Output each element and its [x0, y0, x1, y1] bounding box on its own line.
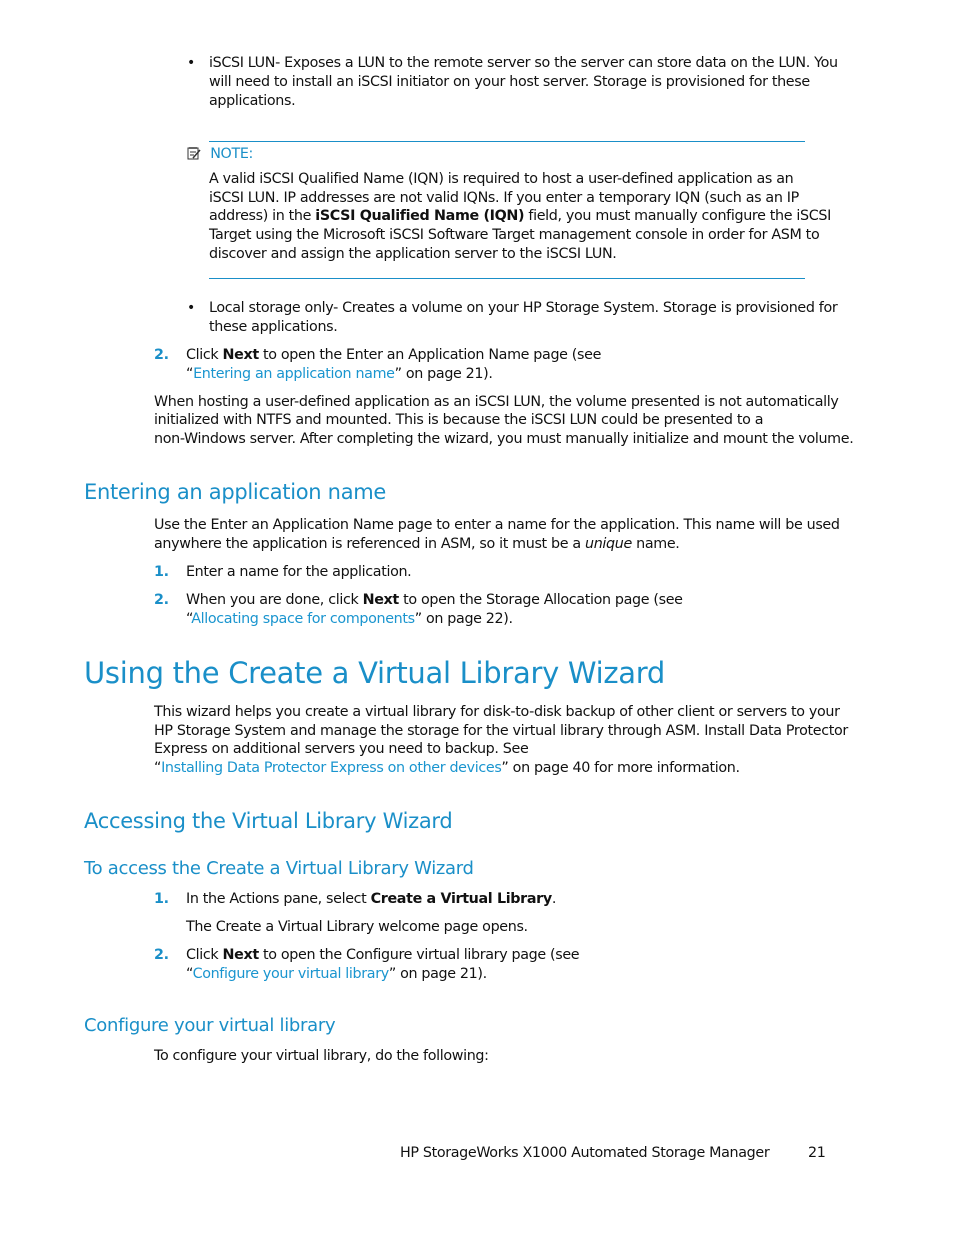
bullet-marker: •: [187, 300, 196, 316]
page-ref: ” on page 22).: [414, 611, 513, 627]
italic-unique: unique: [584, 536, 632, 552]
step-text-part: Click: [186, 347, 223, 363]
section-heading: Accessing the Virtual Library Wizard: [84, 809, 453, 833]
note-text: field, you must manually configure the i…: [524, 208, 831, 224]
step-ref: “Configure your virtual library” on page…: [186, 965, 487, 984]
note-line: address) in the iSCSI Qualified Name (IQ…: [209, 207, 831, 226]
bullet-line: applications.: [209, 93, 296, 109]
note-line: discover and assign the application serv…: [209, 246, 617, 262]
footer-title: HP StorageWorks X1000 Automated Storage …: [400, 1145, 770, 1161]
page-number: 21: [808, 1145, 826, 1161]
step-number: 2.: [154, 947, 169, 963]
step-number: 1.: [154, 891, 169, 907]
text: .: [551, 891, 557, 907]
text: In the Actions pane, select: [186, 891, 371, 907]
para-line: When hosting a user-defined application …: [154, 394, 839, 410]
chapter-heading: Using the Create a Virtual Library Wizar…: [84, 656, 665, 690]
next-bold: Next: [222, 347, 260, 363]
para-line: HP Storage System and manage the storage…: [154, 723, 848, 739]
page-ref: ” on page 21).: [388, 966, 487, 982]
para-line: This wizard helps you create a virtual l…: [154, 704, 840, 720]
link-installing-data-protector[interactable]: Installing Data Protector Express on oth…: [161, 760, 502, 776]
quote: “: [154, 760, 162, 776]
text: to open the Configure virtual library pa…: [258, 947, 580, 963]
para-line: non-Windows server. After completing the…: [154, 431, 854, 447]
para-line: To configure your virtual library, do th…: [154, 1048, 489, 1064]
field-name-bold: iSCSI Qualified Name (IQN): [315, 208, 525, 224]
next-bold: Next: [222, 947, 260, 963]
note-line: Target using the Microsoft iSCSI Softwar…: [209, 227, 820, 243]
page-ref: ” on page 21).: [394, 366, 493, 382]
para-ref: “Installing Data Protector Express on ot…: [154, 759, 740, 778]
note-top-rule: [209, 141, 805, 142]
note-text: address) in the: [209, 208, 316, 224]
step-text: When you are done, click Next to open th…: [186, 591, 683, 610]
note-icon: [187, 146, 201, 160]
step-ref: “Allocating space for components” on pag…: [186, 610, 513, 629]
section-heading: Entering an application name: [84, 480, 387, 504]
para-line: Use the Enter an Application Name page t…: [154, 517, 840, 533]
bullet-marker: •: [187, 55, 196, 71]
step-text: Click Next to open the Configure virtual…: [186, 946, 580, 965]
text: name.: [631, 536, 680, 552]
para-line: Express on additional servers you need t…: [154, 741, 529, 757]
link-configure-virtual-library[interactable]: Configure your virtual library: [193, 966, 390, 982]
text: to open the Storage Allocation page (see: [398, 592, 683, 608]
step-number: 2.: [154, 347, 169, 363]
note-label: NOTE:: [210, 146, 253, 162]
bullet-line: iSCSI LUN- Exposes a LUN to the remote s…: [209, 55, 838, 71]
step-result: The Create a Virtual Library welcome pag…: [186, 919, 528, 935]
step-text: Enter a name for the application.: [186, 564, 412, 580]
step-number: 1.: [154, 564, 169, 580]
quote: “: [186, 366, 194, 382]
note-bottom-rule: [209, 278, 805, 279]
step-text: In the Actions pane, select Create a Vir…: [186, 890, 556, 909]
step-text-part: to open the Enter an Application Name pa…: [258, 347, 602, 363]
text: anywhere the application is referenced i…: [154, 536, 585, 552]
bullet-line: Local storage only- Creates a volume on …: [209, 300, 838, 316]
text: When you are done, click: [186, 592, 363, 608]
next-bold: Next: [362, 592, 400, 608]
note-line: iSCSI LUN. IP addresses are not valid IQ…: [209, 190, 799, 206]
link-allocating-space[interactable]: Allocating space for components: [191, 611, 415, 627]
create-virtual-library-bold: Create a Virtual Library: [370, 891, 553, 907]
subsection-heading: Configure your virtual library: [84, 1015, 336, 1036]
note-line: A valid iSCSI Qualified Name (IQN) is re…: [209, 171, 794, 187]
page-ref: ” on page 40 for more information.: [501, 760, 740, 776]
subsection-heading: To access the Create a Virtual Library W…: [84, 858, 474, 879]
step-number: 2.: [154, 592, 169, 608]
step-ref: “Entering an application name” on page 2…: [186, 365, 493, 384]
link-entering-application-name[interactable]: Entering an application name: [193, 366, 395, 382]
text: Click: [186, 947, 223, 963]
para-line: initialized with NTFS and mounted. This …: [154, 412, 764, 428]
bullet-line: will need to install an iSCSI initiator …: [209, 74, 810, 90]
note-header: NOTE:: [187, 145, 253, 164]
bullet-line: these applications.: [209, 319, 338, 335]
para-line: anywhere the application is referenced i…: [154, 535, 680, 554]
step-text: Click Next to open the Enter an Applicat…: [186, 346, 601, 365]
